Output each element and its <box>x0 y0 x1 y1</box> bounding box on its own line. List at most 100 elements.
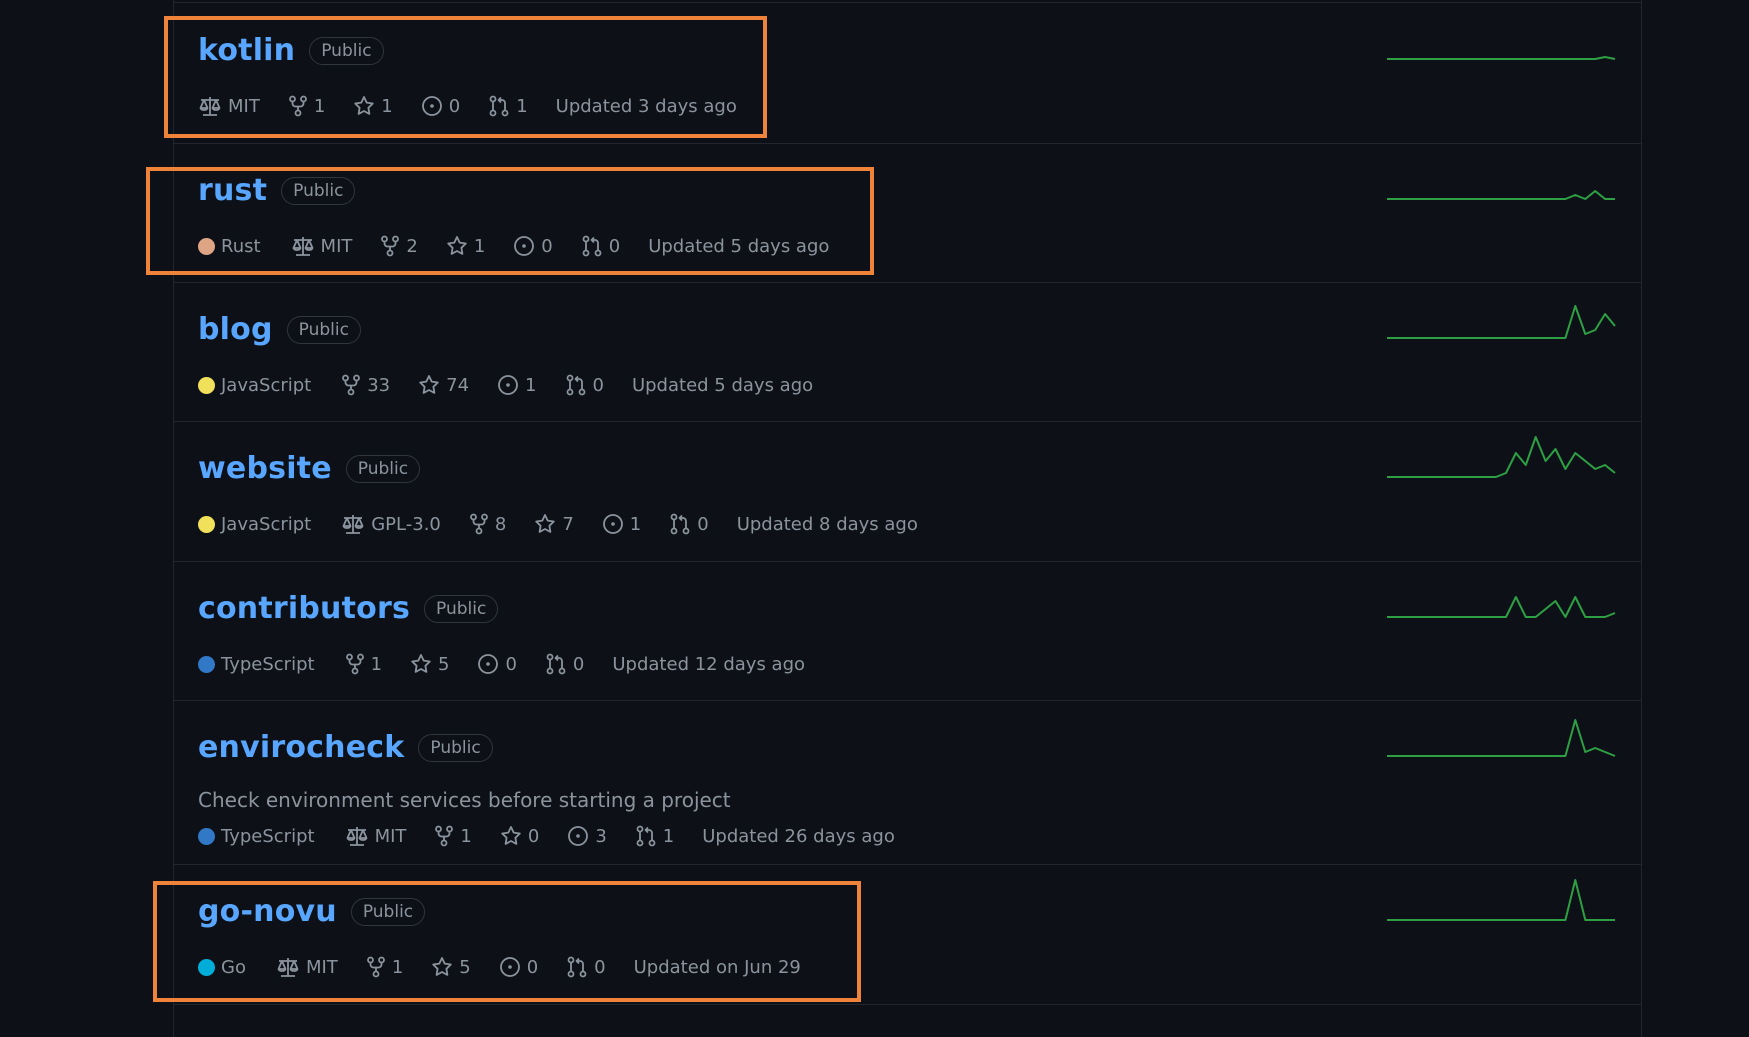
language-name: TypeScript <box>221 825 315 847</box>
language-name: TypeScript <box>221 653 315 675</box>
fork-icon <box>366 956 392 978</box>
issues-link[interactable]: 0 <box>513 235 553 257</box>
fork-icon <box>434 825 460 847</box>
stars-link[interactable]: 74 <box>418 374 469 396</box>
stars-link[interactable]: 7 <box>534 513 574 535</box>
stars-link-count: 0 <box>527 825 540 847</box>
language-color-dot <box>198 655 215 673</box>
forks-link[interactable]: 1 <box>366 956 403 978</box>
updated-time: Updated on Jun 29 <box>633 956 801 978</box>
repo-meta: TypeScript 1 5 0 0 Updated 12 days ago <box>198 653 805 675</box>
forks-link[interactable]: 2 <box>380 235 418 257</box>
fork-icon <box>380 235 406 257</box>
issues-link[interactable]: 1 <box>497 374 537 396</box>
forks-link[interactable]: 8 <box>469 513 506 535</box>
updated-time: Updated 5 days ago <box>648 235 830 257</box>
pull-requests-link-count: 0 <box>572 653 585 675</box>
updated-time: Updated 8 days ago <box>736 513 918 535</box>
issues-link[interactable]: 3 <box>567 825 607 847</box>
star-icon <box>431 956 459 978</box>
law-icon <box>276 956 306 978</box>
pull-requests-link[interactable]: 1 <box>635 825 674 847</box>
pull-request-icon <box>635 825 663 847</box>
updated-time: Updated 5 days ago <box>631 374 814 396</box>
star-icon <box>534 513 562 535</box>
repo-title-line: go-novu Public <box>198 894 426 929</box>
stars-link[interactable]: 1 <box>446 235 485 257</box>
repo-description: Check environment services before starti… <box>198 788 731 812</box>
issues-link[interactable]: 1 <box>602 513 641 535</box>
license-count: MIT <box>374 825 407 847</box>
repo-name-link[interactable]: website <box>198 451 332 486</box>
pull-requests-link[interactable]: 0 <box>581 235 620 257</box>
activity-sparkline <box>1387 305 1616 339</box>
issue-icon <box>477 653 505 675</box>
forks-link-count: 33 <box>367 374 391 396</box>
activity-sparkline <box>1387 436 1616 478</box>
pull-requests-link[interactable]: 0 <box>566 956 606 978</box>
repo-name-link[interactable]: blog <box>198 312 273 347</box>
stars-link[interactable]: 0 <box>500 825 539 847</box>
repo-name-link[interactable]: rust <box>198 173 267 208</box>
stars-link[interactable]: 5 <box>431 956 471 978</box>
repo-name-link[interactable]: contributors <box>198 591 410 626</box>
repo-name-link[interactable]: go-novu <box>198 894 337 929</box>
activity-sparkline <box>1387 596 1616 618</box>
license: MIT <box>345 825 407 847</box>
pull-requests-link-count: 0 <box>594 956 606 978</box>
pull-requests-link-count: 0 <box>697 513 709 535</box>
repo-title-line: envirocheck Public <box>198 730 493 765</box>
visibility-badge: Public <box>418 733 493 762</box>
language-name: Rust <box>221 235 261 257</box>
visibility-badge: Public <box>424 594 499 623</box>
visibility-badge: Public <box>350 897 426 926</box>
stars-link[interactable]: 1 <box>353 95 393 117</box>
activity-sparkline <box>1387 719 1616 757</box>
issue-icon <box>497 374 525 396</box>
issues-link-count: 1 <box>525 374 537 396</box>
repo-title-line: blog Public <box>198 312 361 347</box>
activity-sparkline <box>1387 879 1615 921</box>
forks-link-count: 1 <box>370 653 383 675</box>
pull-request-icon <box>669 513 697 535</box>
forks-link[interactable]: 33 <box>341 374 390 396</box>
language: TypeScript <box>198 826 315 847</box>
forks-link-count: 2 <box>406 235 418 257</box>
repo-title-line: kotlin Public <box>198 33 384 68</box>
pull-requests-link[interactable]: 1 <box>488 95 528 117</box>
repo-meta: Go MIT 1 5 0 0 Updated on Jun 29 <box>198 956 801 978</box>
sparkline-path <box>1387 719 1616 757</box>
pull-request-icon <box>581 235 609 257</box>
repo-meta: JavaScript 33 74 1 0 Updated 5 days ago <box>198 374 813 396</box>
issues-link-count: 0 <box>526 956 539 978</box>
forks-link[interactable]: 1 <box>434 825 472 847</box>
forks-link[interactable]: 1 <box>288 95 325 117</box>
updated-time: Updated 12 days ago <box>612 653 806 675</box>
pull-requests-link-count: 0 <box>592 374 604 396</box>
issues-link[interactable]: 0 <box>421 95 460 117</box>
stars-link[interactable]: 5 <box>410 653 449 675</box>
repo-name-link[interactable]: kotlin <box>198 33 295 68</box>
issues-link[interactable]: 0 <box>499 956 538 978</box>
issues-link[interactable]: 0 <box>477 653 517 675</box>
repo-name-link[interactable]: envirocheck <box>198 730 404 765</box>
repo-row: kotlin Public MIT 1 1 0 1 Updated 3 days ago <box>174 3 1641 144</box>
license-count: MIT <box>228 95 260 117</box>
updated-time: Updated 26 days ago <box>702 825 895 847</box>
issue-icon <box>602 513 630 535</box>
forks-link-count: 1 <box>460 825 472 847</box>
pull-requests-link[interactable]: 0 <box>545 653 584 675</box>
repo-meta: Rust MIT 2 1 0 0 Updated 5 days ago <box>198 235 829 257</box>
repository-list: kotlin Public MIT 1 1 0 1 Updated 3 days ago rus… <box>173 0 1642 1037</box>
pull-request-icon <box>545 653 573 675</box>
pull-requests-link[interactable]: 0 <box>565 374 604 396</box>
stars-link-count: 1 <box>473 235 486 257</box>
forks-link-count: 1 <box>313 95 326 117</box>
forks-link[interactable]: 1 <box>345 653 382 675</box>
license-count: MIT <box>320 235 353 257</box>
repo-row: contributors Public TypeScript 1 5 0 0 Updated … <box>174 561 1641 701</box>
license: MIT <box>276 956 338 978</box>
language-color-dot <box>198 237 215 255</box>
law-icon <box>198 95 228 117</box>
pull-requests-link[interactable]: 0 <box>669 513 709 535</box>
